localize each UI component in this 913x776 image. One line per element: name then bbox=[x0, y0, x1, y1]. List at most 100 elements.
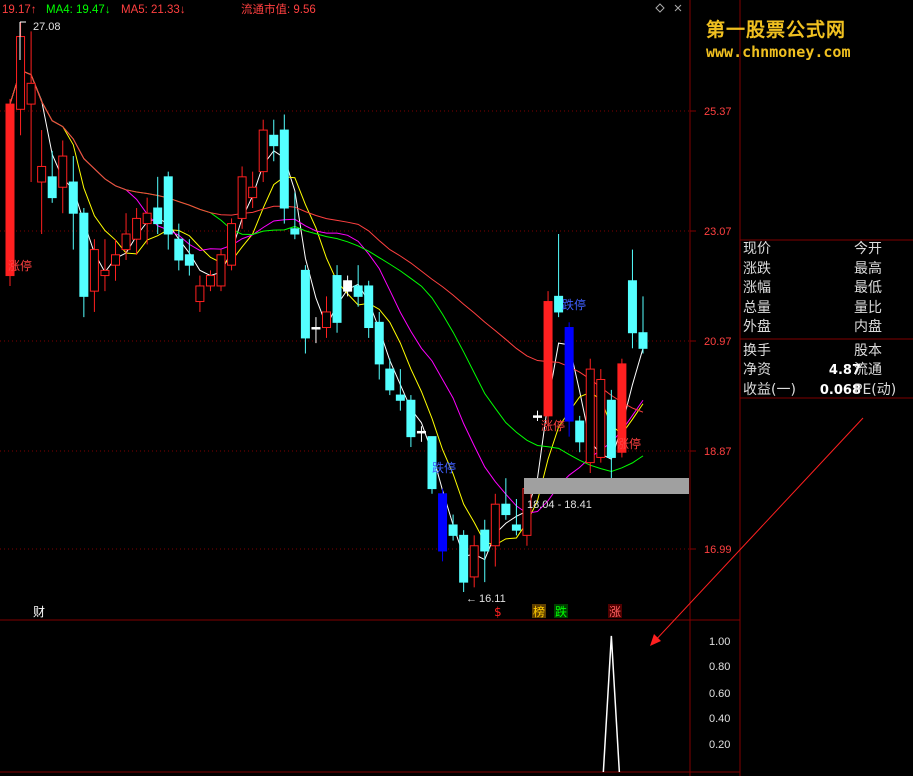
diamond-icon[interactable] bbox=[655, 3, 665, 13]
candle-body bbox=[111, 254, 120, 266]
quote-label: 换手 bbox=[743, 342, 771, 359]
candle-body bbox=[448, 524, 458, 536]
candle-body bbox=[227, 223, 237, 266]
candle-body bbox=[216, 254, 226, 287]
candle-body bbox=[322, 311, 331, 329]
watermark-url: www.chnmoney.com bbox=[706, 43, 851, 61]
y-tick-5: 16.99 bbox=[704, 544, 732, 556]
candle-body bbox=[585, 368, 595, 464]
candle-body bbox=[332, 275, 342, 323]
quote-row: 涨跌 最高 bbox=[741, 260, 913, 280]
candle-body bbox=[311, 327, 321, 330]
sub-tick-1: 1.00 bbox=[709, 636, 730, 648]
candle-body bbox=[343, 280, 353, 292]
indicator-spike-line bbox=[602, 635, 621, 773]
close-icon[interactable] bbox=[674, 4, 682, 12]
quote-label-right: 最低 bbox=[854, 280, 882, 296]
quote-label-right: 流通 bbox=[854, 362, 882, 378]
candle-body bbox=[26, 82, 36, 105]
quote-label-right: 最高 bbox=[854, 260, 882, 277]
limit-down-tag-1: 跌停 bbox=[562, 297, 586, 312]
watermark-title: 第一股票公式网 bbox=[706, 19, 847, 41]
candle-body bbox=[258, 129, 268, 173]
y-tick-2: 23.07 bbox=[704, 226, 732, 238]
quote-row: 涨幅 最低 bbox=[741, 279, 913, 299]
candle-body bbox=[416, 430, 426, 434]
quote-row: 外盘 内盘 bbox=[741, 318, 913, 338]
ma5-label: MA5: 21.33↓ bbox=[121, 4, 186, 16]
candle-body bbox=[469, 545, 479, 578]
limit-down-tag-2: 跌停 bbox=[432, 460, 456, 475]
event-marker-fall[interactable]: 跌 bbox=[555, 604, 567, 619]
candle-body bbox=[627, 280, 637, 334]
quote-label-right: 内盘 bbox=[854, 319, 882, 335]
candle-body bbox=[279, 129, 289, 209]
candle-body bbox=[533, 415, 542, 418]
candle-body bbox=[438, 493, 448, 552]
quote-label: 收益(一) bbox=[743, 381, 796, 398]
quote-label: 外盘 bbox=[743, 319, 771, 335]
float-cap-label: 流通市值: 9.56 bbox=[241, 2, 316, 16]
candle-body bbox=[459, 534, 469, 583]
candle-body bbox=[269, 134, 279, 147]
price-low-arrow: ← bbox=[466, 593, 477, 605]
quote-label-right: 股本 bbox=[854, 342, 882, 359]
candle-body bbox=[58, 155, 68, 188]
candle-body bbox=[543, 301, 553, 417]
range-box bbox=[524, 478, 689, 494]
event-marker-finance[interactable]: 财 bbox=[33, 605, 45, 619]
candle-body bbox=[385, 368, 395, 391]
limit-up-tag-2: 涨停 bbox=[541, 418, 565, 433]
window-buttons bbox=[655, 3, 682, 13]
candle-body bbox=[205, 275, 215, 287]
candle-body bbox=[364, 285, 374, 329]
candle-body bbox=[606, 399, 616, 458]
quote-label: 总量 bbox=[743, 299, 771, 316]
candle-body bbox=[511, 524, 521, 531]
price-high-label: 27.08 bbox=[33, 21, 61, 33]
sub-tick-5: 0.20 bbox=[709, 739, 730, 751]
candle-body bbox=[300, 269, 310, 339]
quote-row: 净资 4.87 流通 bbox=[741, 361, 913, 381]
candle-body bbox=[406, 399, 416, 438]
candle-body bbox=[353, 285, 363, 297]
ma4-label: MA4: 19.47↓ bbox=[46, 4, 111, 16]
ma3-label: 19.17↑ bbox=[2, 4, 37, 16]
event-marker-dollar[interactable]: $ bbox=[494, 605, 502, 619]
candle-body bbox=[79, 212, 89, 297]
candle-body bbox=[174, 238, 184, 261]
quote-label-right: 今开 bbox=[854, 241, 882, 257]
quote-label-right: PE(动) bbox=[854, 381, 897, 398]
y-tick-3: 20.97 bbox=[704, 336, 732, 348]
candle-body bbox=[564, 327, 574, 422]
quote-row: 收益(一) 0.068 PE(动) bbox=[741, 381, 913, 401]
candle-body bbox=[575, 420, 585, 443]
candle-body bbox=[248, 186, 258, 199]
candle-body bbox=[395, 394, 405, 401]
candle-body bbox=[89, 249, 99, 292]
quote-label-right: 量比 bbox=[854, 299, 882, 316]
y-tick-1: 25.37 bbox=[704, 106, 732, 118]
candle-body bbox=[237, 176, 247, 219]
candle-body bbox=[638, 332, 648, 349]
candle-body bbox=[490, 503, 500, 547]
candle-body bbox=[68, 181, 78, 214]
sub-tick-3: 0.60 bbox=[709, 688, 730, 700]
candle-body bbox=[596, 378, 606, 458]
quote-label: 净资 bbox=[743, 362, 771, 378]
candle-body bbox=[47, 176, 57, 199]
candle-body bbox=[100, 269, 110, 277]
price-low-label: 16.11 bbox=[479, 593, 506, 605]
candle-body bbox=[522, 488, 532, 536]
candle-body bbox=[195, 285, 205, 303]
quote-row: 现价 今开 bbox=[741, 240, 913, 260]
event-marker-rank[interactable]: 榜 bbox=[533, 604, 545, 619]
event-marker-rise[interactable]: 涨 bbox=[609, 604, 621, 619]
candle-body bbox=[153, 207, 163, 225]
candle-body bbox=[480, 529, 490, 552]
red-arrow bbox=[650, 417, 864, 646]
candle-body bbox=[501, 503, 511, 516]
candle-body bbox=[163, 176, 173, 235]
candle-body bbox=[5, 103, 15, 277]
range-box-label: 18.04 - 18.41 bbox=[527, 499, 592, 511]
